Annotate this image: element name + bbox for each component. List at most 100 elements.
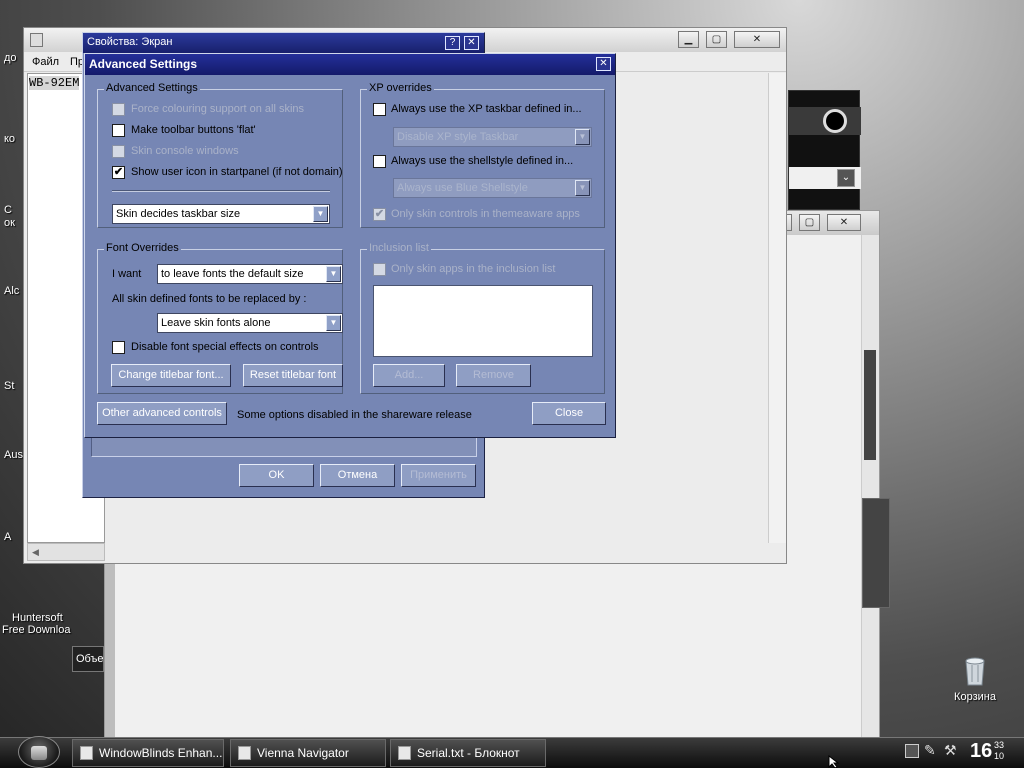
chevron-down-icon: ▼ bbox=[313, 206, 328, 222]
i-want-label: I want bbox=[112, 268, 142, 280]
disable-effects-label: Disable font special effects on controls bbox=[131, 341, 319, 353]
notepad-close-button[interactable]: ✕ bbox=[734, 31, 780, 48]
task-serial-label: Serial.txt - Блокнот bbox=[417, 746, 520, 760]
vienna-scrollbar[interactable] bbox=[861, 235, 879, 739]
desktop-icon-label[interactable]: ок bbox=[4, 217, 15, 229]
vienna-maximize-button[interactable]: ▢ bbox=[799, 214, 820, 231]
skin-console-checkbox[interactable] bbox=[112, 145, 125, 158]
recycle-bin-label: Корзина bbox=[954, 691, 996, 703]
desktop-icon-label[interactable]: St bbox=[4, 380, 14, 392]
desktop-icon-label[interactable]: Aus bbox=[4, 449, 23, 461]
task-windowblinds[interactable]: WindowBlinds Enhan... bbox=[72, 739, 224, 767]
windows-orb-icon bbox=[31, 746, 47, 760]
recycle-bin-icon[interactable]: Корзина bbox=[950, 655, 1000, 703]
toolbar-flat-checkbox[interactable] bbox=[112, 124, 125, 137]
group-font-overrides: Font Overrides I want to leave fonts the… bbox=[97, 242, 343, 394]
notepad-minimize-button[interactable]: ▁ bbox=[678, 31, 699, 48]
notepad-scrollbar[interactable] bbox=[768, 73, 786, 543]
huntersoft-label-line2: Free Downloa bbox=[2, 624, 71, 636]
huntersoft-label-line1: Huntersoft bbox=[12, 612, 63, 624]
skin-console-label: Skin console windows bbox=[131, 145, 239, 157]
app-icon bbox=[80, 746, 93, 760]
only-skin-apps-checkbox[interactable] bbox=[373, 263, 386, 276]
advanced-close-x-button[interactable]: ✕ bbox=[596, 57, 611, 71]
ok-button[interactable]: OK bbox=[239, 464, 314, 487]
taskbar-size-value: Skin decides taskbar size bbox=[116, 208, 241, 220]
chevron-down-icon: ▼ bbox=[326, 315, 341, 331]
notepad-hscroll-left-icon[interactable]: ◀ bbox=[27, 543, 105, 561]
dark-window-fragment: ⌄ bbox=[788, 90, 861, 210]
chevron-down-icon: ▼ bbox=[575, 129, 590, 145]
trash-icon bbox=[965, 657, 985, 686]
clock-hours[interactable]: 16 bbox=[970, 740, 992, 763]
task-vienna-label: Vienna Navigator bbox=[257, 746, 349, 760]
shareware-note: Some options disabled in the shareware r… bbox=[237, 409, 472, 421]
inclusion-listbox[interactable] bbox=[373, 285, 593, 357]
advanced-titlebar: Advanced Settings ✕ bbox=[85, 54, 615, 75]
desktop-icon-label[interactable]: A bbox=[4, 531, 11, 543]
help-button[interactable]: ? bbox=[445, 36, 460, 50]
display-props-titlebar: Свойства: Экран ? ✕ bbox=[83, 33, 484, 53]
start-button[interactable] bbox=[18, 736, 60, 768]
group-inclusion-title: Inclusion list bbox=[367, 242, 431, 254]
vienna-scroll-thumb[interactable] bbox=[864, 350, 876, 460]
gray-side-panel bbox=[862, 498, 890, 608]
only-skin-controls-checkbox[interactable]: ✔ bbox=[373, 208, 386, 221]
i-want-select[interactable]: to leave fonts the default size ▼ bbox=[157, 264, 343, 284]
cancel-button[interactable]: Отмена bbox=[320, 464, 395, 487]
only-skin-controls-label: Only skin controls in themeaware apps bbox=[391, 208, 580, 220]
dropdown-arrow-icon[interactable]: ⌄ bbox=[837, 169, 855, 187]
group-advanced-title: Advanced Settings bbox=[104, 82, 200, 94]
shellstyle-value: Always use Blue Shellstyle bbox=[397, 182, 528, 194]
reset-titlebar-font-button[interactable]: Reset titlebar font bbox=[243, 364, 343, 387]
menu-file[interactable]: Файл bbox=[32, 56, 59, 68]
network-icon[interactable] bbox=[905, 744, 919, 758]
remove-button[interactable]: Remove bbox=[456, 364, 531, 387]
tool-icon[interactable]: ⚒ bbox=[944, 742, 957, 759]
notepad-text: WB-92EM bbox=[29, 76, 80, 90]
volume-icon[interactable]: ✎ bbox=[924, 742, 936, 759]
notepad-maximize-button[interactable]: ▢ bbox=[706, 31, 727, 48]
xp-taskbar-select[interactable]: Disable XP style Taskbar ▼ bbox=[393, 127, 592, 147]
task-serial-notepad[interactable]: Serial.txt - Блокнот bbox=[390, 739, 546, 767]
force-colouring-checkbox[interactable] bbox=[112, 103, 125, 116]
other-advanced-controls-button[interactable]: Other advanced controls bbox=[97, 402, 227, 425]
replace-fonts-select[interactable]: Leave skin fonts alone ▼ bbox=[157, 313, 343, 333]
show-user-icon-checkbox[interactable]: ✔ bbox=[112, 166, 125, 179]
add-button[interactable]: Add... bbox=[373, 364, 445, 387]
show-user-icon-label: Show user icon in startpanel (if not dom… bbox=[131, 166, 343, 178]
clock-minutes: 33 bbox=[994, 740, 1005, 750]
display-props-title: Свойства: Экран bbox=[87, 36, 173, 48]
desktop-icon-label[interactable]: до bbox=[4, 52, 17, 64]
desktop-icon-huntersoft[interactable]: Huntersoft Free Downloa bbox=[2, 612, 70, 636]
vienna-close-button[interactable]: ✕ bbox=[827, 214, 861, 231]
advanced-title: Advanced Settings bbox=[89, 57, 198, 71]
only-skin-apps-label: Only skin apps in the inclusion list bbox=[391, 263, 556, 275]
always-xp-taskbar-label: Always use the XP taskbar defined in... bbox=[391, 103, 582, 115]
always-xp-taskbar-checkbox[interactable] bbox=[373, 103, 386, 116]
shellstyle-select[interactable]: Always use Blue Shellstyle ▼ bbox=[393, 178, 592, 198]
notepad-icon bbox=[398, 746, 411, 760]
replace-fonts-value: Leave skin fonts alone bbox=[161, 317, 271, 329]
group-xp-overrides: XP overrides Always use the XP taskbar d… bbox=[360, 82, 605, 228]
clock-seconds: 10 bbox=[994, 751, 1005, 761]
close-button[interactable]: Close bbox=[532, 402, 606, 425]
task-vienna-navigator[interactable]: Vienna Navigator bbox=[230, 739, 386, 767]
chevron-down-icon: ▼ bbox=[575, 180, 590, 196]
desktop-icon-label[interactable]: С bbox=[4, 204, 12, 216]
disable-effects-checkbox[interactable] bbox=[112, 341, 125, 354]
notepad-icon bbox=[30, 33, 43, 47]
group-inclusion-list: Inclusion list Only skin apps in the inc… bbox=[360, 242, 605, 394]
separator bbox=[112, 190, 330, 192]
app-icon bbox=[238, 746, 251, 760]
apply-button[interactable]: Применить bbox=[401, 464, 476, 487]
taskbar-size-select[interactable]: Skin decides taskbar size ▼ bbox=[112, 204, 330, 224]
always-shellstyle-checkbox[interactable] bbox=[373, 155, 386, 168]
task-windowblinds-label: WindowBlinds Enhan... bbox=[99, 746, 223, 760]
i-want-value: to leave fonts the default size bbox=[161, 268, 304, 280]
advanced-settings-dialog: Advanced Settings ✕ Advanced Settings Fo… bbox=[84, 53, 616, 438]
desktop-icon-label[interactable]: Alc bbox=[4, 285, 19, 297]
change-titlebar-font-button[interactable]: Change titlebar font... bbox=[111, 364, 231, 387]
display-props-close-button[interactable]: ✕ bbox=[464, 36, 479, 50]
desktop-icon-label[interactable]: ко bbox=[4, 133, 15, 145]
